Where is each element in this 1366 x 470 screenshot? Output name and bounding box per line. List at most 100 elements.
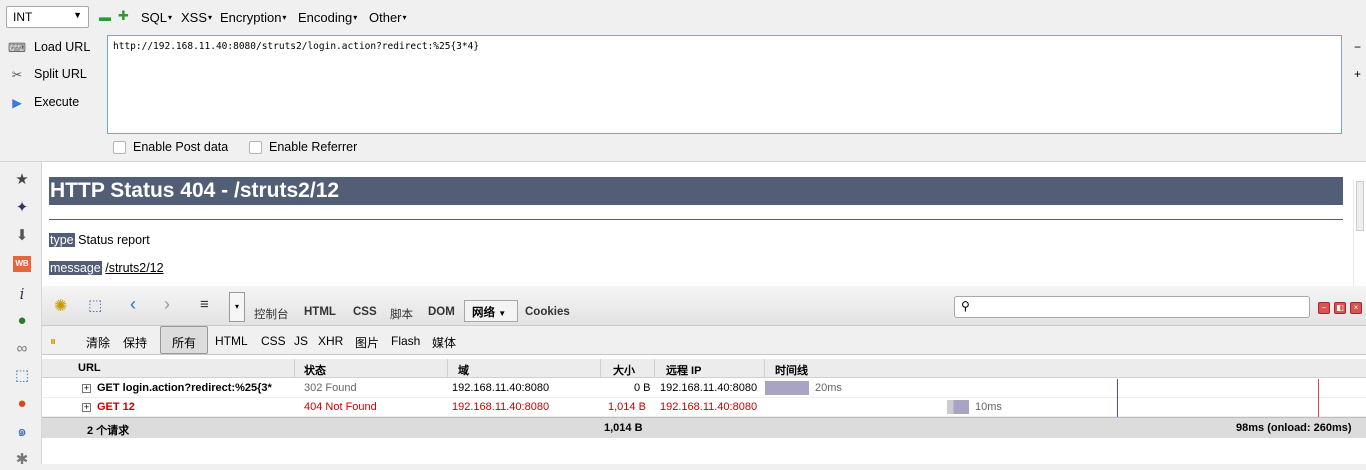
- type-line: type Status report: [49, 233, 150, 247]
- info-icon[interactable]: i: [12, 284, 32, 304]
- wb-icon[interactable]: WB: [13, 256, 31, 272]
- tab-css[interactable]: CSS: [353, 306, 377, 318]
- download-icon[interactable]: ⬇: [12, 226, 32, 246]
- glasses-icon[interactable]: ∞: [12, 339, 32, 359]
- inspect-icon[interactable]: ⬚: [12, 366, 32, 386]
- divider: [49, 219, 1343, 220]
- filter-css[interactable]: CSS: [261, 334, 286, 348]
- row-time: 10ms: [975, 401, 1002, 413]
- load-icon: ⌨: [8, 40, 27, 55]
- scissors-icon: ✂: [11, 67, 23, 82]
- collapse-icon[interactable]: −: [1354, 40, 1361, 54]
- type-dropdown[interactable]: INT ▼: [6, 6, 89, 28]
- forward-icon[interactable]: ›: [164, 294, 170, 315]
- filter-js[interactable]: JS: [294, 334, 308, 348]
- play-icon: ▶: [12, 95, 22, 110]
- menu-xss[interactable]: XSS▾: [181, 10, 212, 25]
- globe-icon[interactable]: ●: [12, 311, 32, 331]
- row-status: 302 Found: [304, 382, 357, 394]
- filter-images[interactable]: 图片: [355, 334, 379, 351]
- minus-icon[interactable]: ▬: [99, 10, 111, 24]
- filter-xhr[interactable]: XHR: [318, 334, 343, 348]
- firebug-panel: ✺ ⬚ ‹ › ≡ ▾ 控制台 HTML CSS 脚本 DOM 网络 ▼ Coo…: [42, 286, 1366, 464]
- table-row[interactable]: + GET 12 404 Not Found 192.168.11.40:808…: [42, 398, 1366, 417]
- col-timeline[interactable]: 时间线: [775, 362, 808, 378]
- row-ip: 192.168.11.40:8080: [660, 382, 758, 394]
- chevron-down-icon: ▼: [73, 10, 82, 20]
- puzzle-icon[interactable]: ✦: [12, 198, 32, 218]
- table-row[interactable]: + GET login.action?redirect:%25{3* 302 F…: [42, 379, 1366, 398]
- filter-flash[interactable]: Flash: [391, 334, 420, 348]
- row-domain: 192.168.11.40:8080: [452, 382, 550, 394]
- col-url[interactable]: URL: [78, 362, 101, 374]
- menu-other[interactable]: Other▾: [369, 10, 407, 25]
- star-icon[interactable]: ★: [12, 170, 32, 190]
- inspect-element-icon[interactable]: ⬚: [88, 296, 102, 314]
- enable-referrer-checkbox[interactable]: Enable Referrer: [249, 140, 357, 154]
- menu-sql[interactable]: SQL▾: [141, 10, 172, 25]
- spiral-icon[interactable]: ๑: [12, 422, 32, 442]
- firebug-toolbar: ✺ ⬚ ‹ › ≡ ▾ 控制台 HTML CSS 脚本 DOM 网络 ▼ Coo…: [42, 286, 1366, 326]
- back-icon[interactable]: ‹: [130, 294, 136, 315]
- onload-line: [1318, 379, 1319, 417]
- tab-cookies[interactable]: Cookies: [525, 306, 570, 318]
- row-ip: 192.168.11.40:8080: [660, 401, 758, 413]
- page-title: HTTP Status 404 - /struts2/12: [49, 177, 1343, 205]
- summary-time: 98ms (onload: 260ms): [1236, 422, 1352, 434]
- expand-icon[interactable]: +: [1354, 67, 1361, 81]
- firebug-menu-icon[interactable]: ✺: [54, 296, 67, 316]
- dom-content-loaded-line: [1117, 379, 1118, 417]
- timeline-bar: [765, 381, 809, 395]
- row-size: 0 B: [634, 382, 651, 394]
- tab-console[interactable]: 控制台: [254, 306, 289, 322]
- col-domain[interactable]: 域: [458, 362, 469, 378]
- panel-dropdown[interactable]: ▾: [229, 292, 245, 322]
- hackbar-panel: INT ▼ ▬ ✚ SQL▾ XSS▾ Encryption▾ Encoding▾…: [0, 0, 1366, 162]
- type-value: INT: [13, 10, 33, 24]
- row-status: 404 Not Found: [304, 401, 377, 413]
- timeline-bar: [947, 400, 969, 414]
- minimize-icon[interactable]: –: [1318, 302, 1330, 314]
- col-size[interactable]: 大小: [613, 362, 635, 378]
- col-status[interactable]: 状态: [304, 362, 326, 378]
- execute-button[interactable]: ▶ Execute: [8, 91, 79, 113]
- page-content: HTTP Status 404 - /struts2/12 type Statu…: [42, 162, 1366, 286]
- command-line-icon[interactable]: ≡: [200, 296, 209, 313]
- gear-icon[interactable]: ✱: [12, 450, 32, 470]
- message-line: message /struts2/12: [49, 261, 164, 275]
- col-remote-ip[interactable]: 远程 IP: [666, 362, 701, 378]
- content-scrollbar[interactable]: [1353, 180, 1366, 286]
- persist-button[interactable]: 保持: [123, 334, 147, 351]
- firebug-icon[interactable]: ●: [12, 394, 32, 414]
- filter-media[interactable]: 媒体: [432, 334, 456, 351]
- tab-html[interactable]: HTML: [304, 306, 336, 318]
- clear-button[interactable]: 清除: [86, 334, 110, 351]
- plus-icon[interactable]: ✚: [118, 8, 129, 24]
- detach-icon[interactable]: ◧: [1334, 302, 1346, 314]
- summary-count: 2 个请求: [87, 425, 130, 437]
- net-filter-bar: ⏸ 清除 保持 所有 HTML CSS JS XHR 图片 Flash 媒体: [42, 326, 1366, 355]
- tab-net[interactable]: 网络 ▼: [464, 300, 518, 322]
- row-domain: 192.168.11.40:8080: [452, 401, 550, 413]
- search-input[interactable]: ⚲: [954, 296, 1310, 318]
- menu-encryption[interactable]: Encryption▾: [220, 10, 286, 25]
- net-summary-row: 2 个请求 1,014 B 98ms (onload: 260ms): [42, 417, 1366, 438]
- split-url-button[interactable]: ✂ Split URL: [8, 63, 87, 85]
- enable-post-checkbox[interactable]: Enable Post data: [113, 140, 228, 154]
- summary-size: 1,014 B: [604, 422, 643, 434]
- tab-script[interactable]: 脚本: [390, 306, 413, 322]
- load-url-button[interactable]: ⌨ Load URL: [8, 36, 90, 58]
- row-url: GET login.action?redirect:%25{3*: [97, 382, 272, 394]
- menu-encoding[interactable]: Encoding▾: [298, 10, 357, 25]
- filter-html[interactable]: HTML: [215, 334, 248, 348]
- net-table-header: URL 状态 域 大小 远程 IP 时间线: [42, 359, 1366, 378]
- expand-icon[interactable]: +: [82, 384, 91, 393]
- filter-all[interactable]: 所有: [172, 334, 196, 351]
- url-textarea[interactable]: http://192.168.11.40:8080/struts2/login.…: [107, 35, 1342, 134]
- tab-dom[interactable]: DOM: [428, 306, 455, 318]
- addon-sidebar: ★ ✦ ⬇ WB i ● ∞ ⬚ ● ๑ ✱: [0, 162, 42, 468]
- search-icon: ⚲: [961, 299, 970, 313]
- net-pause-icon[interactable]: ⏸: [50, 334, 56, 349]
- close-icon[interactable]: ×: [1350, 302, 1362, 314]
- expand-icon[interactable]: +: [82, 403, 91, 412]
